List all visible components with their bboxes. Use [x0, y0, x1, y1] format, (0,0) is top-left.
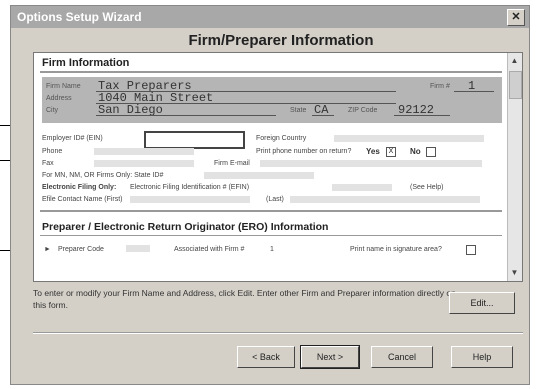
firm-name-label: Firm Name	[46, 83, 81, 90]
window-title: Options Setup Wizard	[17, 10, 142, 24]
underline	[96, 115, 276, 116]
edit-button[interactable]: Edit...	[449, 292, 515, 314]
divider	[40, 235, 502, 236]
underline	[312, 115, 334, 116]
form-panel: Firm Information Firm Name Tax Preparers…	[33, 52, 523, 282]
efile-contact-first-input[interactable]	[130, 196, 250, 203]
firm-number-label: Firm #	[430, 83, 450, 90]
see-help-link[interactable]: (See Help)	[410, 184, 443, 191]
divider	[33, 332, 523, 334]
foreign-country-input[interactable]	[334, 135, 484, 142]
firm-email-label: Firm E-mail	[214, 160, 250, 167]
efin-label-bold: Electronic Filing Only:	[42, 184, 117, 191]
scroll-thumb[interactable]	[509, 71, 522, 99]
ein-input[interactable]	[144, 131, 245, 149]
zip-label: ZIP Code	[348, 107, 378, 114]
print-phone-no-checkbox[interactable]	[426, 147, 436, 157]
firm-email-input[interactable]	[260, 160, 482, 167]
print-phone-label: Print phone number on return?	[256, 148, 352, 155]
fax-label: Fax	[42, 160, 54, 167]
scroll-up-icon[interactable]: ▲	[509, 55, 520, 67]
help-button[interactable]: Help	[451, 346, 513, 368]
next-button[interactable]: Next >	[300, 345, 360, 369]
underline	[394, 115, 450, 116]
state-id-label: For MN, NM, OR Firms Only: State ID#	[42, 172, 164, 179]
ero-section-title: Preparer / Electronic Return Originator …	[42, 221, 329, 233]
vertical-scrollbar[interactable]: ▲ ▼	[507, 53, 522, 281]
efile-contact-first-label: Efile Contact Name (First)	[42, 196, 123, 203]
efin-input[interactable]	[332, 184, 392, 191]
city-label: City	[46, 107, 59, 114]
print-name-label: Print name in signature area?	[350, 246, 442, 253]
fax-input[interactable]	[94, 160, 194, 167]
no-label: No	[410, 147, 421, 156]
scroll-down-icon[interactable]: ▼	[509, 267, 520, 279]
title-bar: Options Setup Wizard ✕	[11, 6, 529, 28]
state-label: State	[290, 107, 307, 114]
address-label: Address	[46, 95, 72, 102]
firm-info-section-title: Firm Information	[42, 57, 130, 69]
associated-firm-value[interactable]: 1	[270, 246, 274, 253]
print-phone-yes-checkbox[interactable]: X	[386, 147, 396, 157]
underline	[454, 91, 494, 92]
divider	[40, 210, 502, 212]
efile-contact-last-label: (Last)	[266, 196, 284, 203]
firm-address-block[interactable]: Firm Name Tax Preparers Firm # 1 Address…	[42, 77, 502, 123]
divider	[40, 71, 502, 73]
efin-label: Electronic Filing Identification # (EFIN…	[130, 184, 250, 191]
instruction-text: To enter or modify your Firm Name and Ad…	[33, 288, 456, 310]
options-setup-wizard-dialog: Options Setup Wizard ✕ Firm/Preparer Inf…	[10, 5, 530, 385]
back-button[interactable]: < Back	[237, 346, 295, 368]
ein-label: Employer ID# (EIN)	[42, 135, 103, 142]
cancel-button[interactable]: Cancel	[371, 346, 433, 368]
print-name-checkbox[interactable]	[466, 245, 476, 255]
associated-firm-label: Associated with Firm #	[174, 246, 245, 253]
yes-label: Yes	[366, 147, 380, 156]
phone-input[interactable]	[94, 148, 194, 155]
preparer-code-input[interactable]	[126, 245, 150, 252]
foreign-country-label: Foreign Country	[256, 135, 307, 142]
state-id-input[interactable]	[204, 172, 314, 179]
phone-label: Phone	[42, 148, 63, 155]
expand-arrow-icon[interactable]: ►	[44, 246, 51, 253]
close-icon[interactable]: ✕	[507, 9, 525, 26]
preparer-code-label: Preparer Code	[58, 246, 104, 253]
page-title: Firm/Preparer Information	[188, 32, 374, 49]
efile-contact-last-input[interactable]	[290, 196, 480, 203]
